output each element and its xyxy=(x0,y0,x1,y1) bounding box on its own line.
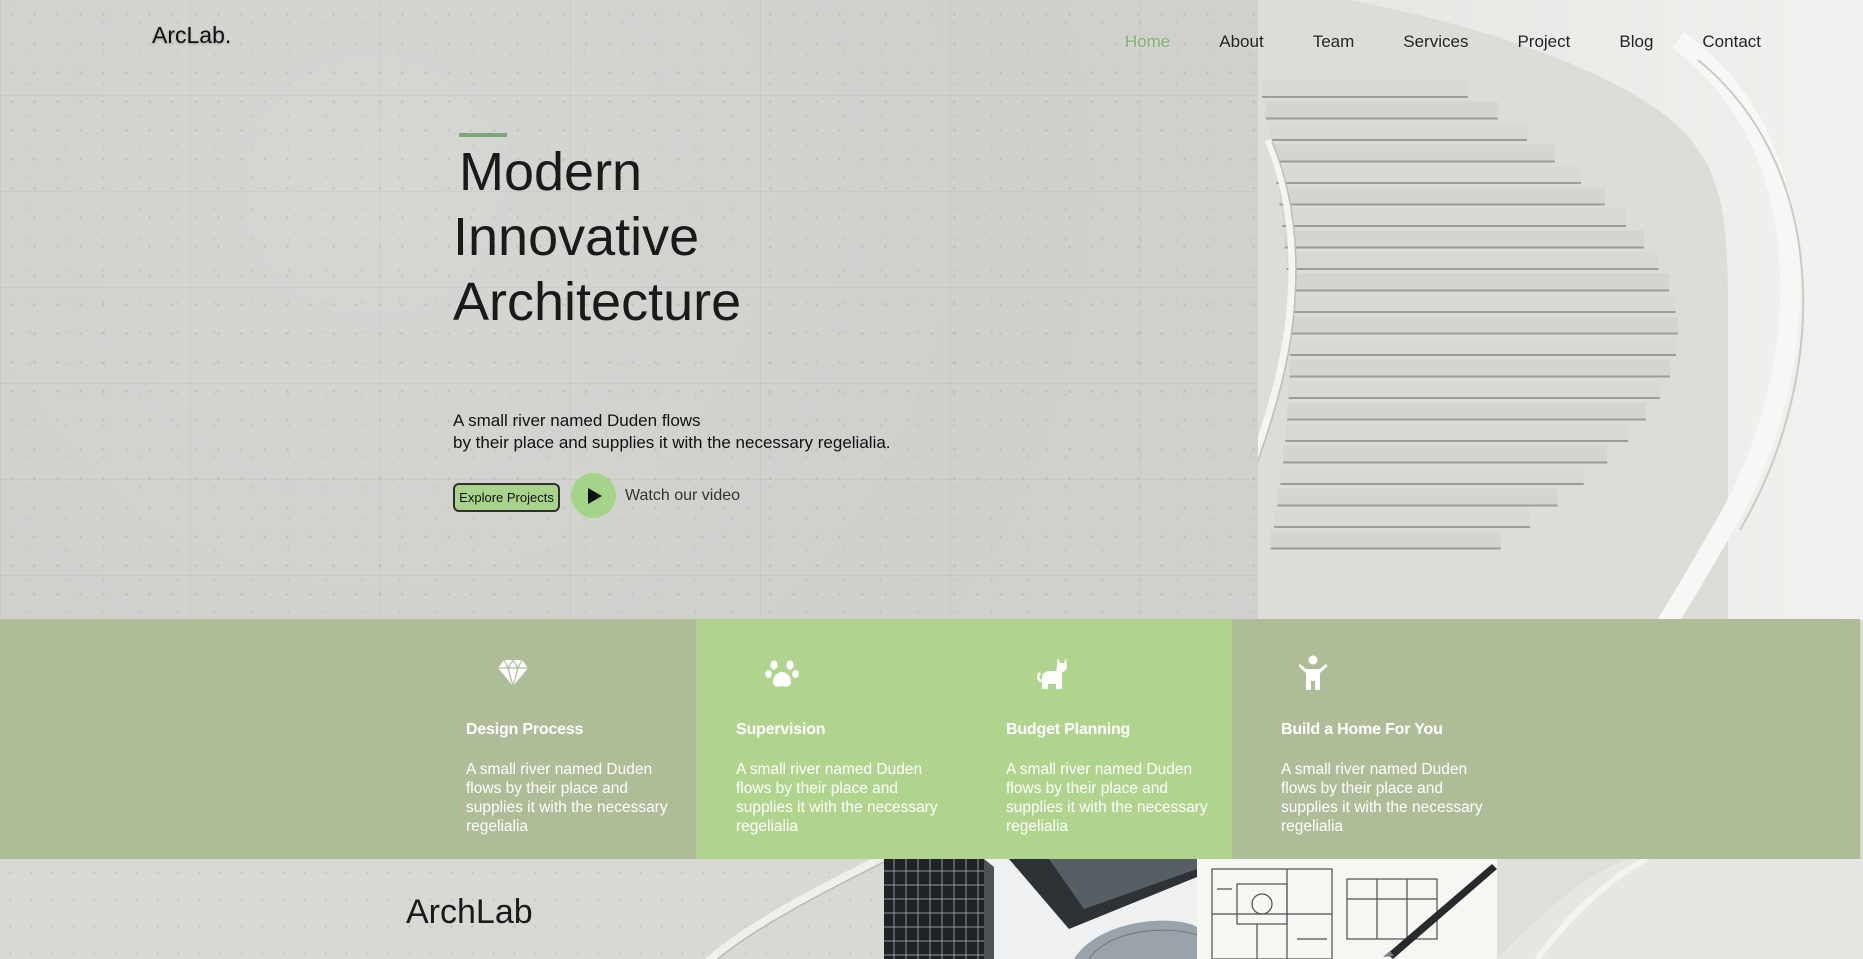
diamond-icon xyxy=(493,653,533,693)
service-card-supervision[interactable]: Supervision A small river named Duden fl… xyxy=(736,619,966,859)
nav-team[interactable]: Team xyxy=(1313,32,1355,52)
hero-title-line: Modern xyxy=(459,142,643,202)
nav-services[interactable]: Services xyxy=(1403,32,1468,52)
service-description: A small river named Duden flows by their… xyxy=(1281,761,1483,835)
service-description: A small river named Duden flows by their… xyxy=(1006,761,1208,835)
hero-title-line: Architecture xyxy=(453,272,742,332)
project-thumbnail-blueprint[interactable] xyxy=(1197,859,1497,959)
services-band: Design Process A small river named Duden… xyxy=(0,619,1860,859)
cat-icon xyxy=(1033,653,1073,693)
hero-description: A small river named Duden flows by their… xyxy=(453,410,891,454)
nav-project[interactable]: Project xyxy=(1517,32,1570,52)
staircase-thumbnail xyxy=(1497,859,1863,959)
service-description: A small river named Duden flows by their… xyxy=(736,761,938,835)
hero-title-line: Innovative xyxy=(453,207,700,267)
service-title: Build a Home For You xyxy=(1281,721,1443,738)
service-description: A small river named Duden flows by their… xyxy=(466,761,668,835)
brand-logo[interactable]: ArcLab. xyxy=(152,22,231,49)
about-section-strip: ArchLab xyxy=(0,859,1863,959)
service-title: Supervision xyxy=(736,721,826,738)
paw-icon xyxy=(762,653,802,693)
nav-contact[interactable]: Contact xyxy=(1702,32,1761,52)
project-thumbnail-buildings[interactable] xyxy=(884,859,1197,959)
child-icon xyxy=(1293,653,1333,693)
nav-about[interactable]: About xyxy=(1219,32,1263,52)
hero-title: Modern Innovative Architecture xyxy=(453,140,953,335)
play-icon xyxy=(588,487,602,504)
service-card-design-process[interactable]: Design Process A small river named Duden… xyxy=(466,619,696,859)
play-video-button[interactable] xyxy=(571,473,616,518)
service-card-budget-planning[interactable]: Budget Planning A small river named Dude… xyxy=(1006,619,1236,859)
title-accent-line xyxy=(459,133,507,137)
nav-home[interactable]: Home xyxy=(1125,32,1170,52)
section-heading: ArchLab xyxy=(406,893,533,931)
watch-video-link[interactable]: Watch our video xyxy=(625,487,740,505)
service-title: Design Process xyxy=(466,721,584,738)
hero-description-line: A small river named Duden flows xyxy=(453,411,701,430)
service-title: Budget Planning xyxy=(1006,721,1131,738)
staircase-image xyxy=(1258,0,1863,620)
explore-projects-button[interactable]: Explore Projects xyxy=(453,483,560,512)
railing-image xyxy=(704,859,892,959)
service-card-build-a-home[interactable]: Build a Home For You A small river named… xyxy=(1281,619,1511,859)
main-nav: Home About Team Services Project Blog Co… xyxy=(1076,32,1761,52)
nav-blog[interactable]: Blog xyxy=(1619,32,1653,52)
hero-description-line: by their place and supplies it with the … xyxy=(453,433,891,452)
